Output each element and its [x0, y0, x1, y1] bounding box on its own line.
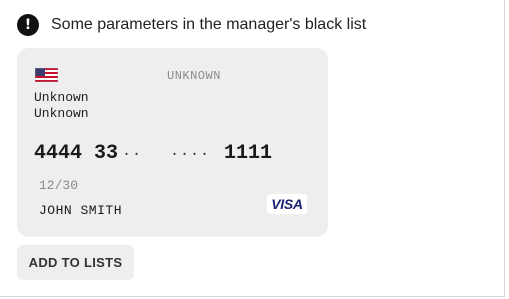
card-holder-name: JOHN SMITH: [39, 203, 123, 218]
blacklist-panel: ! Some parameters in the manager's black…: [0, 0, 505, 297]
card-expiry: 12/30: [39, 178, 79, 193]
visa-logo: VISA: [267, 194, 307, 214]
card-number-mask: ····: [170, 146, 211, 163]
add-to-lists-button[interactable]: ADD TO LISTS: [17, 245, 134, 280]
card-type-line2: Unknown: [34, 106, 89, 121]
card-number-prefix: 4444 33: [34, 142, 119, 165]
us-flag-icon: [35, 68, 58, 82]
card-type-line1: Unknown: [34, 90, 89, 105]
alert-message: Some parameters in the manager's black l…: [51, 16, 367, 33]
card-number-mask: ··: [122, 146, 143, 163]
card-number: 4444 33 ·· ···· 1111: [34, 142, 272, 165]
blacklist-alert: ! Some parameters in the manager's black…: [17, 14, 366, 36]
card-number-suffix: 1111: [224, 142, 273, 165]
exclamation-icon: !: [17, 14, 39, 36]
card-bank-name: UNKNOWN: [167, 69, 221, 83]
payment-card: UNKNOWN Unknown Unknown 4444 33 ·· ···· …: [17, 48, 328, 237]
